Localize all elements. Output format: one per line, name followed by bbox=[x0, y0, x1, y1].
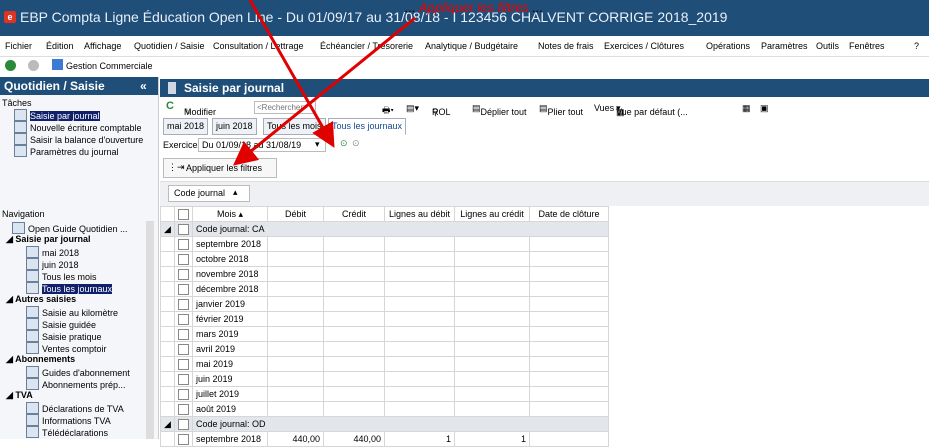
arrow-to-apply-filters bbox=[233, 16, 416, 166]
annotation-arrows bbox=[233, 0, 416, 166]
